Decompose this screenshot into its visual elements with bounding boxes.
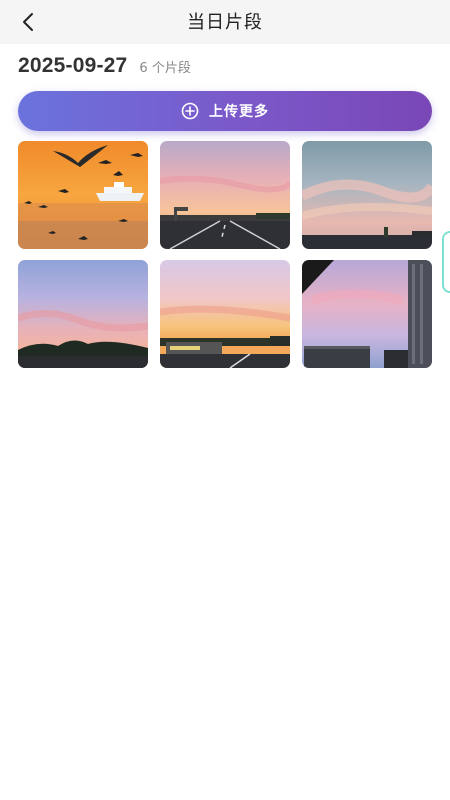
top-bar: 当日片段 xyxy=(0,0,450,44)
clip-thumbnail-3[interactable] xyxy=(302,141,432,249)
clip-count: 6 个片段 xyxy=(139,61,191,76)
clip-thumbnail-4[interactable] xyxy=(18,260,148,368)
upload-more-label: 上传更多 xyxy=(209,104,269,120)
plus-circle-icon xyxy=(181,102,199,120)
clip-image-pink-clouds-tower xyxy=(302,260,432,368)
date-label: 2025-09-27 xyxy=(18,54,128,77)
clip-thumbnail-2[interactable] xyxy=(160,141,290,249)
clip-image-pastel-clouds xyxy=(302,141,432,249)
upload-more-button[interactable]: 上传更多 xyxy=(18,91,432,131)
clip-image-highway-orange xyxy=(160,260,290,368)
clip-image-dusk-treeline xyxy=(18,260,148,368)
floating-side-tab[interactable] xyxy=(442,231,450,293)
page-title: 当日片段 xyxy=(187,12,263,33)
clip-image-highway-sky xyxy=(160,141,290,249)
date-summary: 2025-09-27 6 个片段 xyxy=(18,54,191,78)
clip-image-seagulls xyxy=(18,141,148,249)
clip-thumbnail-6[interactable] xyxy=(302,260,432,368)
clip-thumbnail-1[interactable] xyxy=(18,141,148,249)
clip-thumbnail-5[interactable] xyxy=(160,260,290,368)
